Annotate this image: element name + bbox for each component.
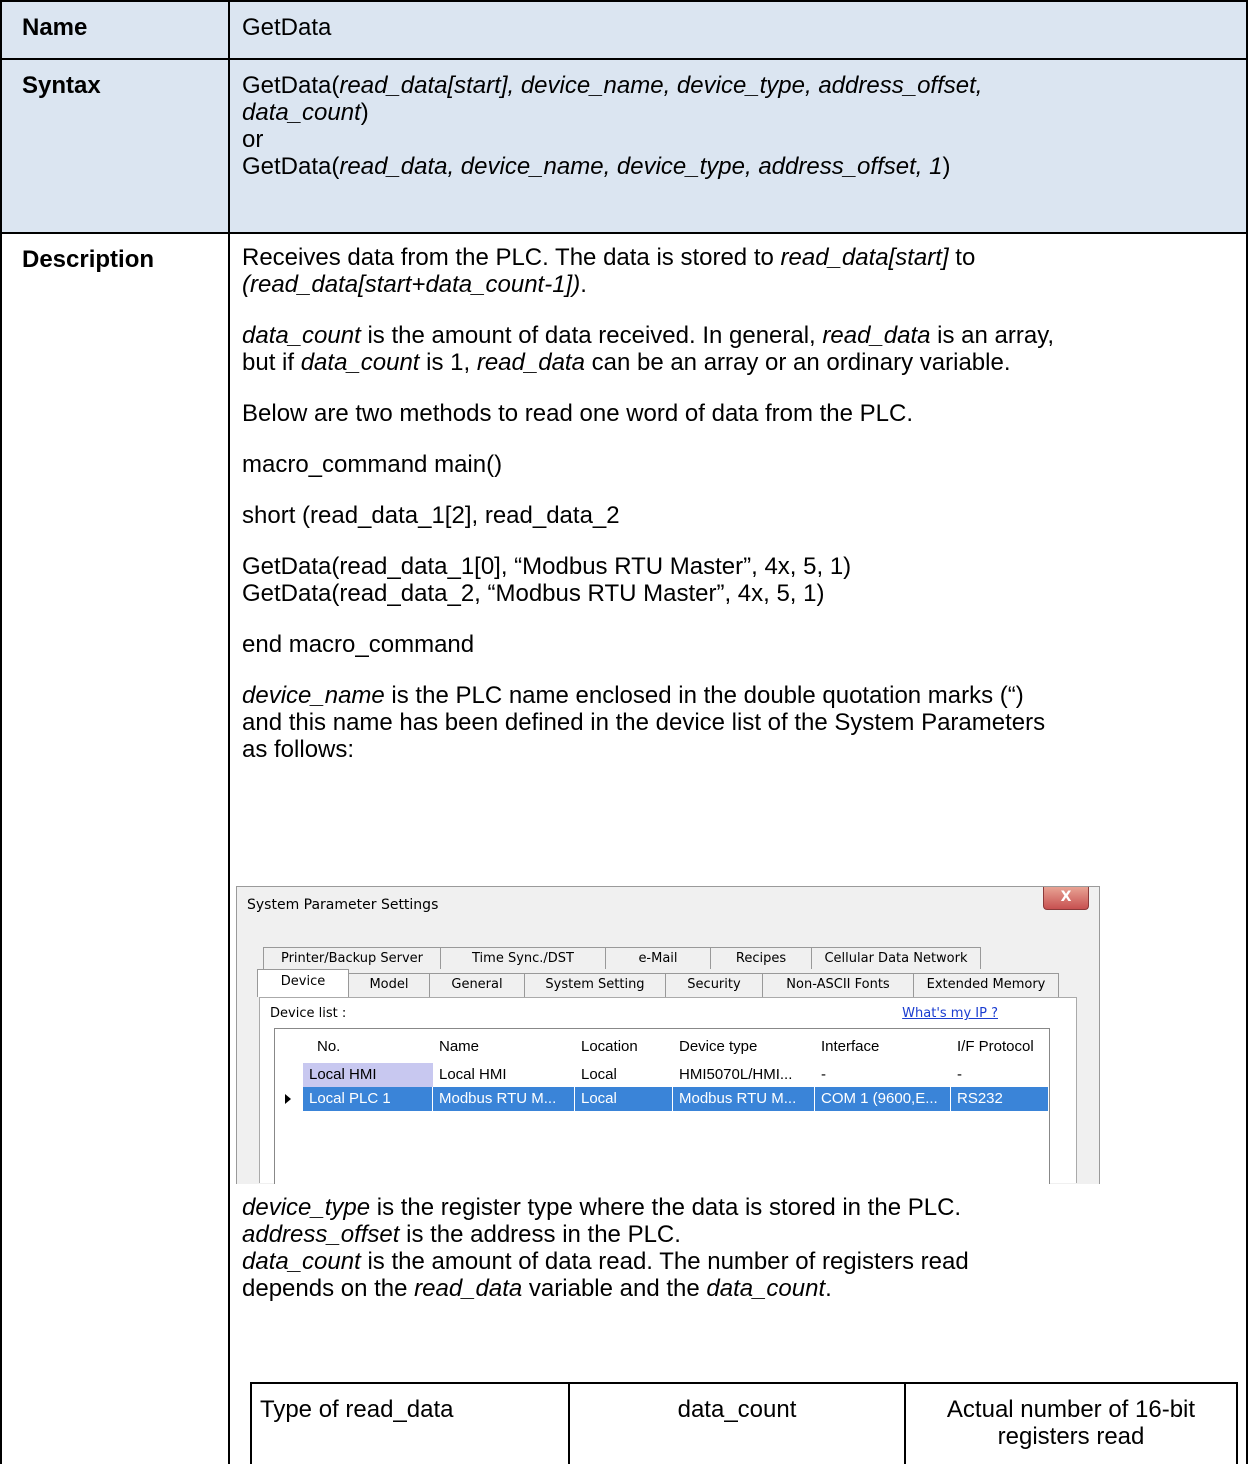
tab-cellular-data-network[interactable]: Cellular Data Network [811,947,981,969]
tab-row-back: Printer/Backup Server Time Sync./DST e-M… [263,947,981,969]
syntax-label: Syntax [22,72,101,99]
description-label: Description [22,246,155,273]
column-header[interactable]: Name [433,1035,575,1059]
tab-row-front: Device Model General System Setting Secu… [257,969,1059,997]
methods-intro: Below are two methods to read one word o… [242,400,914,427]
table-cell: Local HMI [303,1063,433,1087]
tab-recipes[interactable]: Recipes [710,947,812,969]
tab-general[interactable]: General [429,973,525,997]
grid-header: No. Name Location Device type Interface … [275,1035,1049,1059]
table-header-cell: Actual number of 16-bit registers read [946,1396,1196,1450]
table-cell: Local [581,1066,617,1083]
description-text: Receives data from the PLC. The data is … [242,244,1238,763]
table-row[interactable]: Local HMI Local HMI Local HMI5070L/HMI..… [275,1063,1049,1087]
tab-e-mail[interactable]: e-Mail [605,947,711,969]
table-cell: - [821,1066,826,1083]
name-label: Name [22,14,88,41]
name-row: Name GetData [0,0,1248,58]
table-cell: Modbus RTU M... [673,1087,815,1111]
code-line: short (read_data_1[2], read_data_2 [242,502,620,529]
tab-non-ascii-fonts[interactable]: Non-ASCII Fonts [762,973,914,997]
system-parameter-settings-dialog: System Parameter Settings X Printer/Back… [236,886,1100,1184]
table-header-cell: Type of read_data [260,1396,454,1423]
function-reference-table: Name GetData Syntax GetData(read_data[st… [0,0,1248,1464]
name-value: GetData [242,14,332,41]
tab-device[interactable]: Device [257,969,349,997]
whats-my-ip-link[interactable]: What's my IP ? [902,1006,998,1021]
column-header[interactable]: Interface [815,1035,951,1059]
row-pointer-icon [285,1094,291,1104]
device-list-grid: No. Name Location Device type Interface … [274,1028,1050,1184]
code-line: macro_command main() [242,451,503,478]
column-header[interactable]: I/F Protocol [951,1035,1049,1059]
data-count-table: Type of read_data data_count Actual numb… [250,1382,1238,1464]
device-list-label: Device list : [270,1006,347,1021]
tab-system-setting[interactable]: System Setting [524,973,666,997]
table-cell: Modbus RTU M... [433,1087,575,1111]
column-header[interactable]: Location [575,1035,673,1059]
syntax-row: Syntax GetData(read_data[start], device_… [0,58,1248,232]
code-line: end macro_command [242,631,475,658]
tab-time-sync-dst[interactable]: Time Sync./DST [440,947,606,969]
table-cell: - [957,1066,962,1083]
code-line: GetData(read_data_1[0], “Modbus RTU Mast… [242,553,852,580]
table-cell: RS232 [951,1087,1049,1111]
parameter-descriptions: device_type is the register type where t… [242,1194,969,1302]
table-cell: Local HMI [439,1066,507,1083]
tab-security[interactable]: Security [665,973,763,997]
table-header-cell: data_count [677,1396,797,1423]
dialog-title: System Parameter Settings [247,897,439,913]
table-cell: HMI5070L/HMI... [679,1066,793,1083]
column-header[interactable]: No. [303,1035,433,1059]
device-panel: Device list : What's my IP ? No. Name Lo… [259,997,1077,1184]
table-cell: Local PLC 1 [303,1087,433,1111]
code-line: GetData(read_data_2, “Modbus RTU Master”… [242,580,825,607]
tab-printer-backup-server[interactable]: Printer/Backup Server [263,947,441,969]
table-cell: Local [575,1087,673,1111]
tab-model[interactable]: Model [348,973,430,997]
tab-extended-memory[interactable]: Extended Memory [913,973,1059,997]
syntax-text: GetData(read_data[start], device_name, d… [242,72,983,180]
column-header[interactable]: Device type [673,1035,815,1059]
table-cell: COM 1 (9600,E... [815,1087,951,1111]
table-row-selected[interactable]: Local PLC 1 Modbus RTU M... Local Modbus… [275,1087,1049,1111]
close-button[interactable]: X [1043,887,1089,910]
